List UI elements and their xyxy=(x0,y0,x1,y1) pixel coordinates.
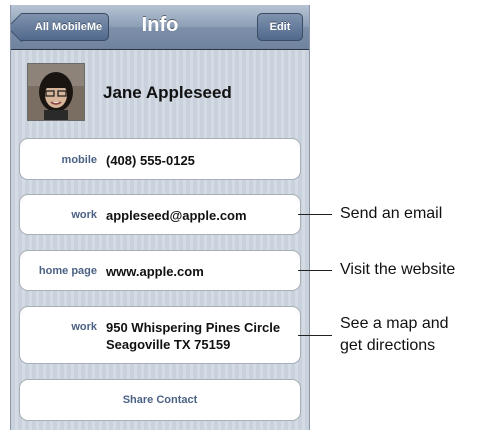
email-callout-line xyxy=(298,214,332,215)
email-field-value: appleseed@apple.com xyxy=(106,208,247,223)
address-line-2: Seagoville TX 75159 xyxy=(106,337,231,352)
address-field-label: work xyxy=(71,321,97,333)
website-callout-line xyxy=(298,270,332,271)
phone-field-label: mobile xyxy=(61,154,97,166)
phone-field-row[interactable]: mobile (408) 555-0125 xyxy=(19,138,301,180)
share-contact-label: Share Contact xyxy=(122,394,198,406)
email-callout-text: Send an email xyxy=(340,205,443,222)
address-field-row[interactable]: work 950 Whispering Pines Circle Seagovi… xyxy=(19,306,301,364)
edit-button[interactable]: Edit xyxy=(257,13,303,41)
contact-photo[interactable] xyxy=(27,63,85,121)
website-callout-text: Visit the website xyxy=(340,261,456,278)
address-line-1: 950 Whispering Pines Circle xyxy=(106,320,281,335)
phone-field-value: (408) 555-0125 xyxy=(106,153,195,168)
share-contact-button[interactable]: Share Contact xyxy=(19,379,301,421)
back-button[interactable]: All MobileMe xyxy=(21,13,109,41)
map-callout-line-1: See a map and xyxy=(340,315,449,332)
map-callout-text: See a map and get directions xyxy=(340,313,449,357)
person-photo-icon xyxy=(28,64,84,120)
homepage-field-value: www.apple.com xyxy=(106,264,204,279)
map-callout-line-2: get directions xyxy=(340,337,436,354)
contact-name: Jane Appleseed xyxy=(103,83,232,102)
map-callout-line xyxy=(298,335,332,336)
email-field-row[interactable]: work appleseed@apple.com xyxy=(19,194,301,235)
homepage-field-label: home page xyxy=(38,265,97,277)
iphone-screen: All MobileMe Info Edit Jane Appleseed mo… xyxy=(10,5,310,430)
navigation-bar: All MobileMe Info Edit xyxy=(11,5,309,50)
email-field-label: work xyxy=(71,209,97,221)
homepage-field-row[interactable]: home page www.apple.com xyxy=(19,250,301,291)
back-button-wrapper[interactable]: All MobileMe xyxy=(17,5,117,49)
address-field-value: 950 Whispering Pines Circle Seagoville T… xyxy=(106,319,280,353)
